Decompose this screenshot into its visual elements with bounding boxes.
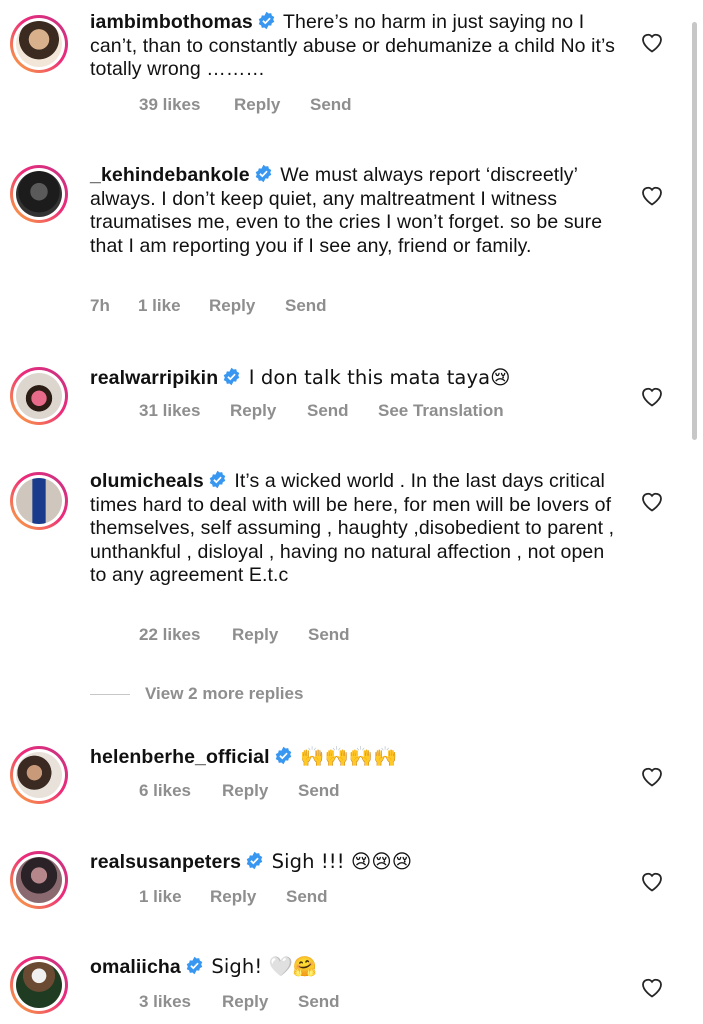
- comment-body: I don talk this mata taya😢: [248, 366, 511, 389]
- heart-outline-icon[interactable]: [640, 385, 664, 407]
- comment-username[interactable]: realsusanpeters: [90, 851, 241, 873]
- comment-body: 🙌🙌🙌🙌: [300, 745, 398, 768]
- like-count[interactable]: 1 like: [138, 296, 181, 316]
- comment-username[interactable]: _kehindebankole: [90, 164, 250, 186]
- avatar[interactable]: [10, 15, 68, 73]
- comment-text-block: realwarripikin I don talk this mata taya…: [90, 366, 620, 391]
- reply-button[interactable]: Reply: [230, 401, 276, 421]
- send-button[interactable]: Send: [308, 625, 350, 645]
- like-count[interactable]: 1 like: [139, 887, 182, 907]
- comment-text-block: realsusanpeters Sigh !!! 😢😢😢: [90, 850, 620, 875]
- comment-username[interactable]: iambimbothomas: [90, 11, 253, 33]
- send-button[interactable]: Send: [307, 401, 349, 421]
- heart-outline-icon[interactable]: [640, 870, 664, 892]
- send-button[interactable]: Send: [298, 992, 340, 1012]
- comment-username[interactable]: omaliicha: [90, 956, 181, 978]
- like-count[interactable]: 39 likes: [139, 95, 200, 115]
- heart-outline-icon[interactable]: [640, 31, 664, 53]
- send-button[interactable]: Send: [286, 887, 328, 907]
- comment-username[interactable]: olumicheals: [90, 470, 204, 492]
- reply-button[interactable]: Reply: [222, 781, 268, 801]
- comment-body: Sigh !!! 😢😢😢: [271, 850, 413, 873]
- reply-button[interactable]: Reply: [210, 887, 256, 907]
- heart-outline-icon[interactable]: [640, 184, 664, 206]
- like-count[interactable]: 3 likes: [139, 992, 191, 1012]
- verified-badge-icon: [209, 470, 226, 489]
- comment-body: Sigh! 🤍🤗: [211, 955, 318, 978]
- like-count[interactable]: 31 likes: [139, 401, 200, 421]
- comment-username[interactable]: helenberhe_official: [90, 746, 270, 768]
- send-button[interactable]: Send: [310, 95, 352, 115]
- heart-outline-icon[interactable]: [640, 976, 664, 998]
- heart-outline-icon[interactable]: [640, 765, 664, 787]
- like-count[interactable]: 6 likes: [139, 781, 191, 801]
- send-button[interactable]: Send: [298, 781, 340, 801]
- comment-text-block: helenberhe_official 🙌🙌🙌🙌: [90, 745, 620, 770]
- see-translation-button[interactable]: See Translation: [378, 401, 504, 421]
- verified-badge-icon: [255, 164, 271, 183]
- like-count[interactable]: 22 likes: [139, 625, 200, 645]
- avatar[interactable]: [10, 165, 68, 223]
- send-button[interactable]: Send: [285, 296, 327, 316]
- comment-text-block: _kehindebankole We must always report ‘d…: [90, 164, 620, 258]
- reply-button[interactable]: Reply: [232, 625, 278, 645]
- verified-badge-icon: [246, 851, 263, 870]
- reply-button[interactable]: Reply: [209, 296, 255, 316]
- verified-badge-icon: [275, 746, 291, 765]
- verified-badge-icon: [186, 956, 203, 975]
- comment-text-block: olumicheals It’s a wicked world . In the…: [90, 470, 620, 588]
- comment-text-block: omaliicha Sigh! 🤍🤗: [90, 955, 620, 980]
- divider: [90, 694, 130, 695]
- scrollbar[interactable]: [692, 22, 697, 440]
- avatar[interactable]: [10, 472, 68, 530]
- comment-username[interactable]: realwarripikin: [90, 367, 218, 389]
- heart-outline-icon[interactable]: [640, 490, 664, 512]
- verified-badge-icon: [223, 367, 240, 386]
- verified-badge-icon: [258, 11, 275, 30]
- reply-button[interactable]: Reply: [234, 95, 280, 115]
- comment-text-block: iambimbothomas There’s no harm in just s…: [90, 11, 620, 82]
- comment-time: 7h: [90, 296, 110, 315]
- reply-button[interactable]: Reply: [222, 992, 268, 1012]
- view-more-replies-label[interactable]: View 2 more replies: [145, 684, 303, 704]
